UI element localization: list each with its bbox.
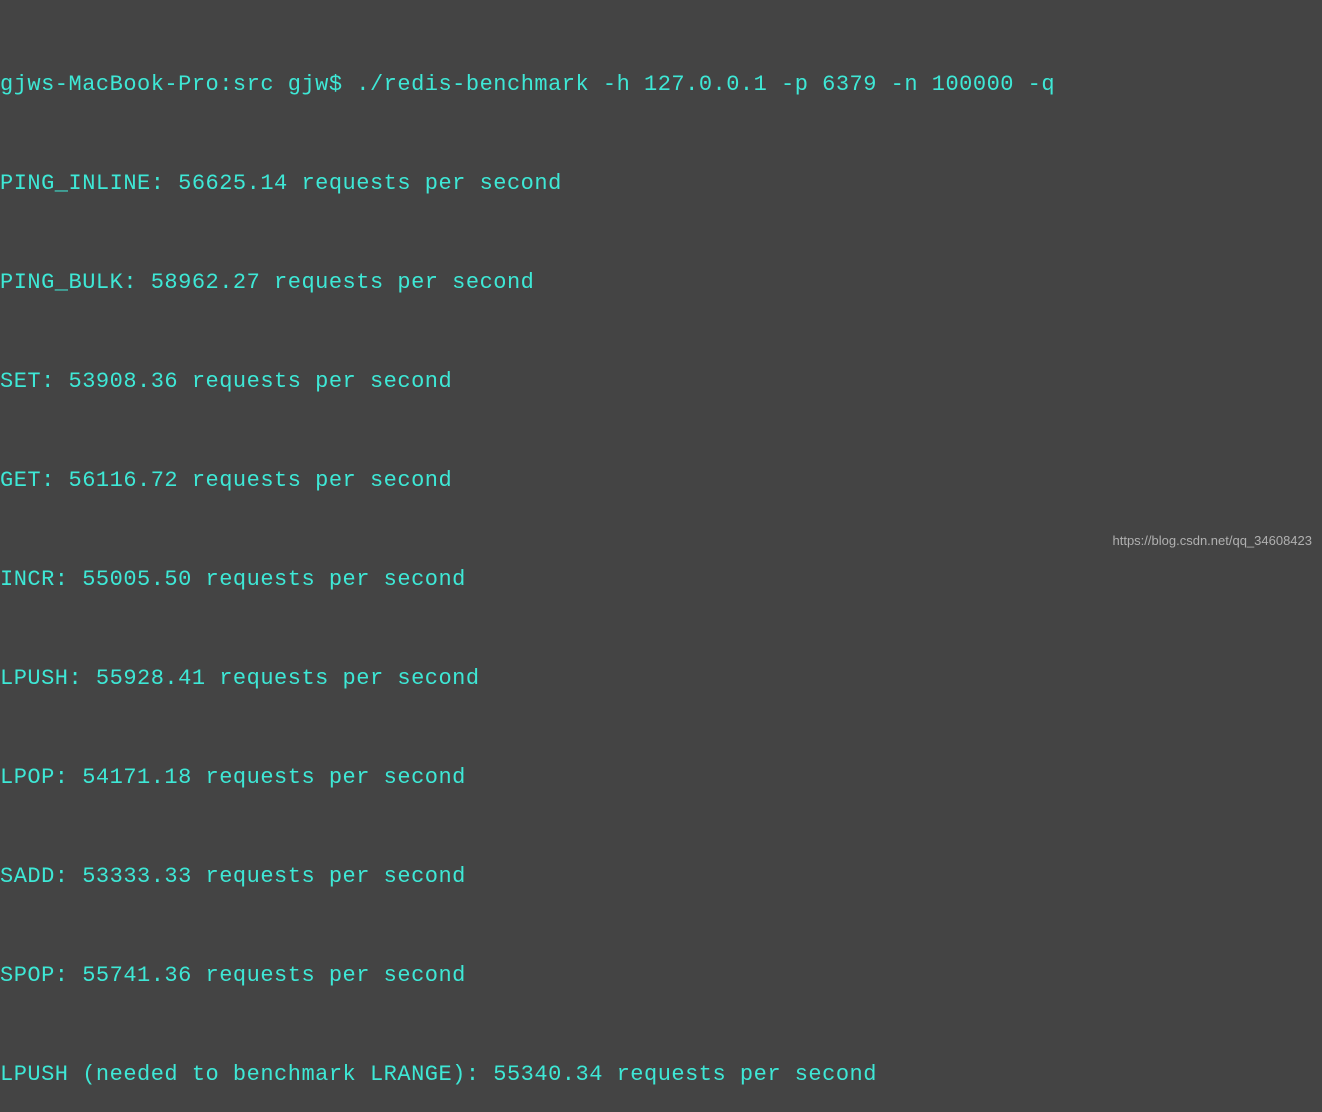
output-line: PING_INLINE: 56625.14 requests per secon… xyxy=(0,167,1322,200)
terminal-output: gjws-MacBook-Pro:src gjw$ ./redis-benchm… xyxy=(0,2,1322,1112)
output-line: LPUSH: 55928.41 requests per second xyxy=(0,662,1322,695)
watermark-text: https://blog.csdn.net/qq_34608423 xyxy=(1113,531,1313,551)
shell-prompt: gjws-MacBook-Pro:src gjw$ xyxy=(0,72,356,97)
output-line: SET: 53908.36 requests per second xyxy=(0,365,1322,398)
output-line: LPOP: 54171.18 requests per second xyxy=(0,761,1322,794)
command-text: ./redis-benchmark -h 127.0.0.1 -p 6379 -… xyxy=(356,72,1055,97)
output-line: GET: 56116.72 requests per second xyxy=(0,464,1322,497)
output-line: LPUSH (needed to benchmark LRANGE): 5534… xyxy=(0,1058,1322,1091)
output-line: SADD: 53333.33 requests per second xyxy=(0,860,1322,893)
output-line: PING_BULK: 58962.27 requests per second xyxy=(0,266,1322,299)
output-line: INCR: 55005.50 requests per second xyxy=(0,563,1322,596)
output-line: SPOP: 55741.36 requests per second xyxy=(0,959,1322,992)
command-line[interactable]: gjws-MacBook-Pro:src gjw$ ./redis-benchm… xyxy=(0,68,1322,101)
